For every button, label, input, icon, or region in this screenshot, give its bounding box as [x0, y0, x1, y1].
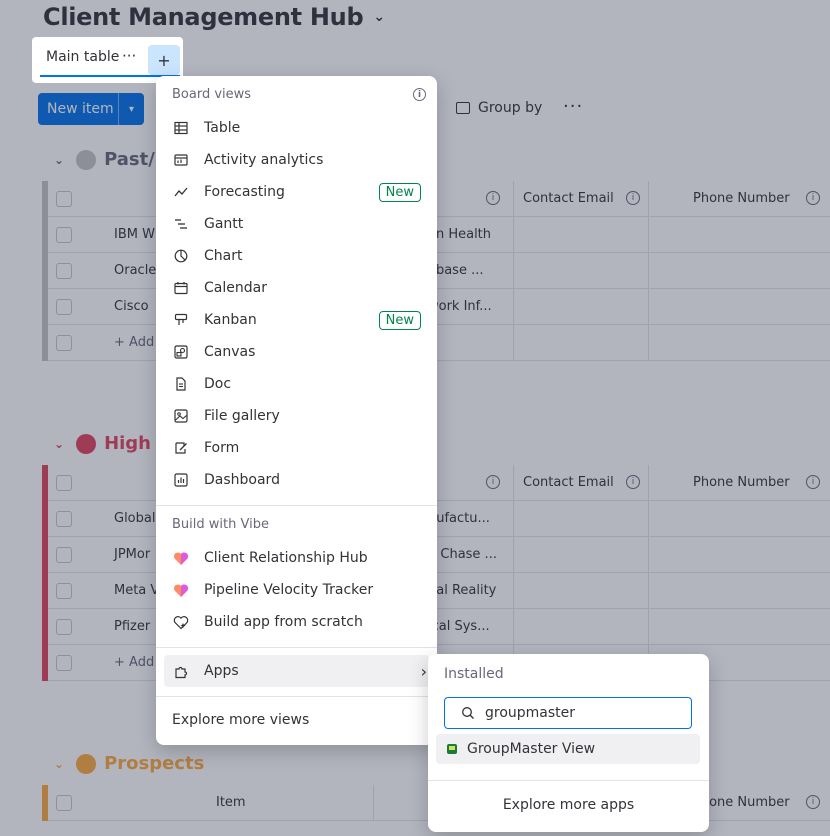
tab-more-icon[interactable]: ··· [122, 47, 136, 65]
apps-submenu: Installed GroupMaster View Explore more … [428, 654, 709, 832]
chart-pie-icon [173, 248, 189, 264]
form-icon [173, 440, 189, 456]
vibe-item-client-relationship-hub[interactable]: Client Relationship Hub [164, 542, 429, 574]
canvas-icon [173, 344, 189, 360]
new-badge: New [378, 310, 421, 330]
view-option-label: Form [204, 440, 240, 456]
calendar-icon [173, 280, 189, 296]
view-option-label: Dashboard [204, 472, 280, 488]
submenu-divider [428, 780, 709, 781]
table-icon [173, 120, 189, 136]
view-option-gantt[interactable]: Gantt [164, 208, 429, 240]
menu-divider [156, 505, 437, 506]
view-option-file-gallery[interactable]: File gallery [164, 400, 429, 432]
analytics-icon [173, 152, 189, 168]
heart-sparkle-icon [173, 614, 189, 630]
view-option-kanban[interactable]: Kanban New [164, 304, 429, 336]
view-option-doc[interactable]: Doc [164, 368, 429, 400]
chevron-right-icon: › [420, 661, 427, 681]
view-option-label: Chart [204, 248, 243, 264]
kanban-icon [173, 312, 189, 328]
board-views-title: Board views [172, 87, 252, 102]
explore-more-apps-link[interactable]: Explore more apps [428, 797, 709, 813]
app-result-groupmaster[interactable]: GroupMaster View [436, 734, 700, 764]
vibe-item-label: Pipeline Velocity Tracker [204, 582, 374, 598]
app-result-label: GroupMaster View [467, 741, 596, 757]
add-view-menu: Board views i Table Activity analytics F… [156, 76, 437, 745]
view-option-label: Canvas [204, 344, 256, 360]
view-option-label: Forecasting [204, 184, 285, 200]
view-option-dashboard[interactable]: Dashboard [164, 464, 429, 496]
vibe-item-pipeline-velocity-tracker[interactable]: Pipeline Velocity Tracker [164, 574, 429, 606]
view-option-activity-analytics[interactable]: Activity analytics [164, 144, 429, 176]
add-view-button[interactable]: + [148, 45, 180, 75]
explore-more-views-link[interactable]: Explore more views [172, 712, 309, 728]
view-option-label: Activity analytics [204, 152, 324, 168]
view-option-label: Doc [204, 376, 232, 392]
apps-menu-item[interactable]: Apps › [164, 655, 429, 687]
doc-icon [173, 376, 189, 392]
app-search-input[interactable] [485, 705, 665, 721]
trend-line-icon [173, 184, 189, 200]
view-option-label: Calendar [204, 280, 267, 296]
search-icon [461, 706, 477, 720]
view-option-table[interactable]: Table [164, 112, 429, 144]
new-badge: New [378, 182, 421, 202]
view-option-forecasting[interactable]: Forecasting New [164, 176, 429, 208]
gantt-icon [173, 216, 189, 232]
info-icon[interactable]: i [413, 88, 426, 101]
tab-main-table[interactable]: Main table [46, 49, 119, 65]
app-search-box[interactable] [444, 697, 692, 729]
dashboard-icon [173, 472, 189, 488]
puzzle-icon [173, 663, 189, 679]
view-option-label: Kanban [204, 312, 257, 328]
menu-divider [156, 696, 437, 697]
vibe-heart-icon [173, 550, 189, 566]
menu-divider [156, 647, 437, 648]
view-option-canvas[interactable]: Canvas [164, 336, 429, 368]
vibe-item-label: Build app from scratch [204, 614, 363, 630]
view-option-calendar[interactable]: Calendar [164, 272, 429, 304]
view-option-label: Gantt [204, 216, 244, 232]
vibe-heart-icon [173, 582, 189, 598]
view-option-chart[interactable]: Chart [164, 240, 429, 272]
vibe-item-build-from-scratch[interactable]: Build app from scratch [164, 606, 429, 638]
view-option-form[interactable]: Form [164, 432, 429, 464]
installed-title: Installed [444, 666, 504, 682]
vibe-section-title: Build with Vibe [172, 517, 269, 532]
gallery-icon [173, 408, 189, 424]
groupmaster-app-icon [447, 744, 457, 754]
vibe-item-label: Client Relationship Hub [204, 550, 368, 566]
view-option-label: Table [204, 120, 241, 136]
apps-label: Apps [204, 663, 239, 679]
view-option-label: File gallery [204, 408, 280, 424]
